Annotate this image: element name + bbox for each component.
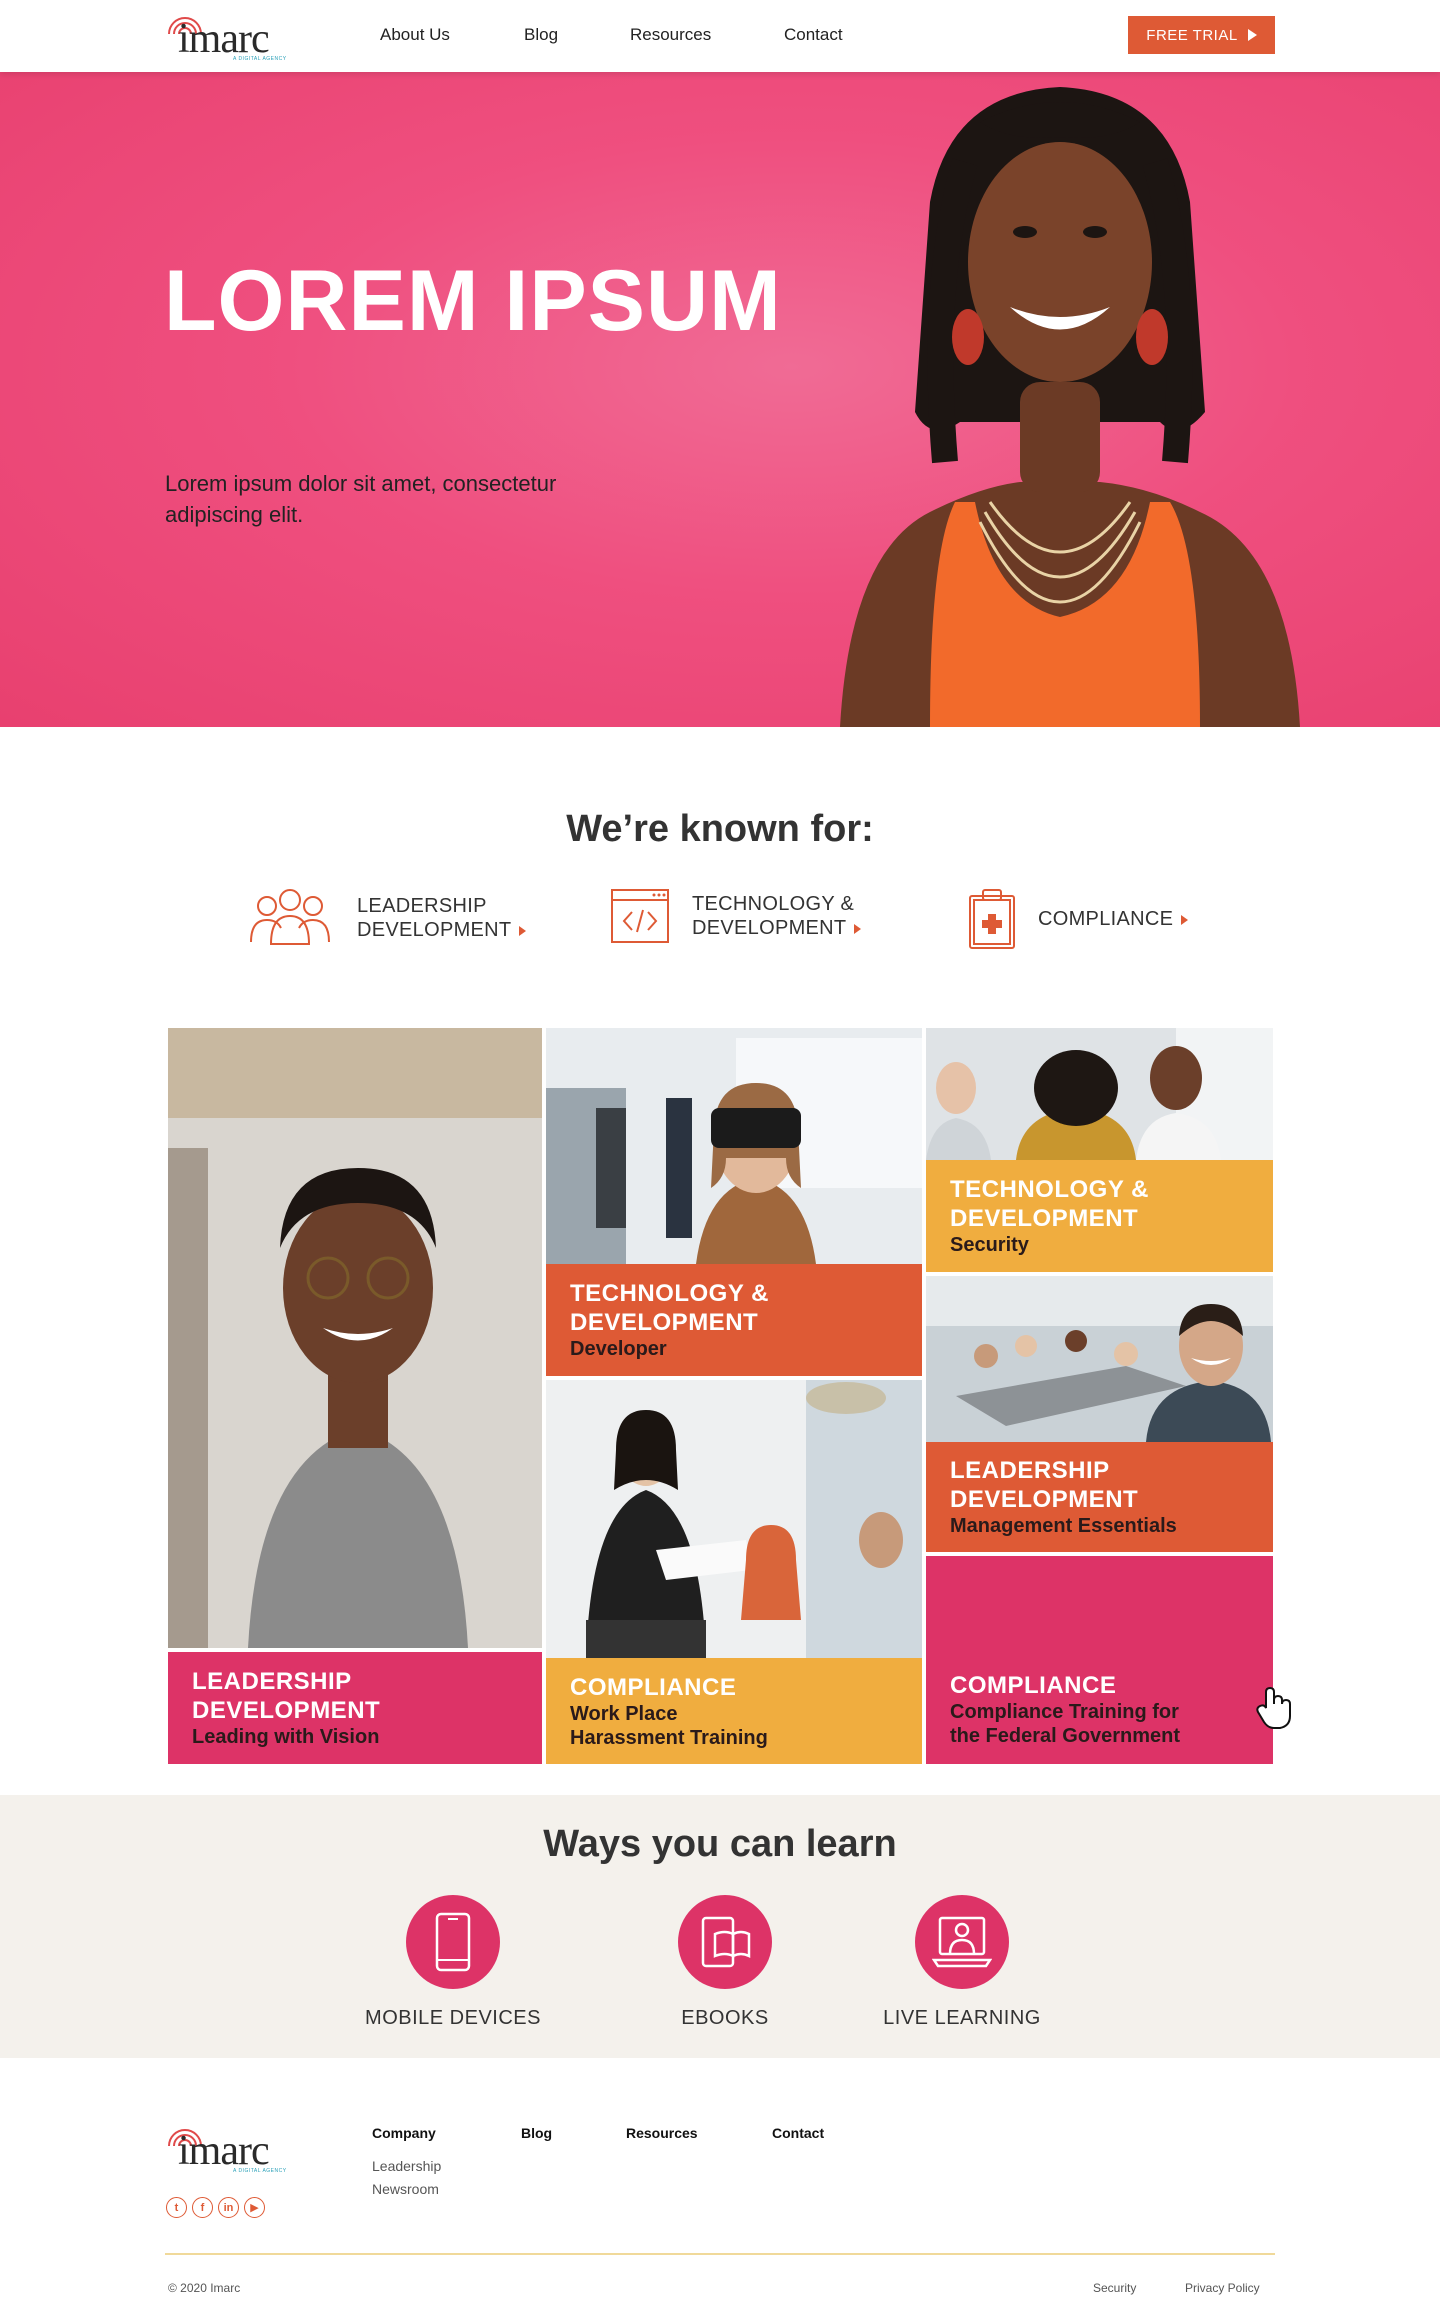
linkedin-icon[interactable]: in (218, 2197, 239, 2218)
course-title: Management Essentials (950, 1515, 1177, 1537)
ebook-icon (701, 1916, 751, 1968)
way-ebooks[interactable]: EBOOKS (605, 1895, 845, 2030)
logo-tagline: A DIGITAL AGENCY (233, 2168, 287, 2174)
course-title: Leading with Vision (192, 1726, 380, 1748)
people-group-icon (250, 889, 330, 945)
arrow-right-icon (1181, 914, 1189, 925)
course-tile-federal-compliance[interactable]: COMPLIANCE Compliance Training for the Fe… (926, 1556, 1273, 1764)
course-tile-workplace-harassment[interactable]: COMPLIANCE Work Place Harassment Training (546, 1380, 922, 1764)
course-tile-management-essentials[interactable]: LEADERSHIP DEVELOPMENT Management Essenti… (926, 1276, 1273, 1552)
footer-blog[interactable]: Blog (521, 2125, 552, 2141)
site-footer: imarc A DIGITAL AGENCY t f in ▶ Company … (0, 2058, 1440, 2308)
leadership-line2: DEVELOPMENT (357, 919, 512, 941)
play-arrow-icon (1247, 29, 1257, 41)
course-title: Developer (570, 1338, 667, 1360)
course-grid: LEADERSHIP DEVELOPMENT Leading with Visio… (168, 1028, 1273, 1764)
arrow-right-icon (854, 923, 862, 934)
known-for-leadership-label: LEADERSHIP DEVELOPMENT (357, 894, 527, 942)
logo-wordmark: imarc (178, 16, 270, 62)
course-caption: LEADERSHIP DEVELOPMENT Leading with Visio… (168, 1652, 542, 1764)
course-photo-vr-headset (546, 1028, 922, 1264)
course-caption: TECHNOLOGY & DEVELOPMENT Developer (546, 1264, 922, 1376)
course-tile-security[interactable]: TECHNOLOGY & DEVELOPMENT Security (926, 1028, 1273, 1272)
way-label: EBOOKS (681, 2007, 769, 2029)
hero-banner: LOREM IPSUM Lorem ipsum dolor sit amet, … (0, 72, 1440, 727)
course-title: Security (950, 1234, 1029, 1256)
course-photo-presenter (546, 1380, 922, 1658)
course-category: COMPLIANCE (950, 1671, 1117, 1699)
hand-pointer-icon (1256, 1686, 1291, 1729)
way-label: LIVE LEARNING (883, 2007, 1041, 2029)
nav-about-us[interactable]: About Us (380, 25, 450, 45)
twitter-icon[interactable]: t (166, 2197, 187, 2218)
footer-privacy-link[interactable]: Privacy Policy (1185, 2281, 1260, 2295)
course-category: COMPLIANCE (570, 1673, 737, 1701)
logo-tagline: A DIGITAL AGENCY (233, 56, 287, 62)
course-category: TECHNOLOGY & DEVELOPMENT (570, 1280, 769, 1336)
live-learning-icon (932, 1916, 992, 1968)
way-icon-circle (678, 1895, 772, 1989)
compliance-line1: COMPLIANCE (1038, 908, 1174, 930)
course-photo-conference-table (926, 1276, 1273, 1442)
course-caption: COMPLIANCE Compliance Training for the Fe… (926, 1654, 1273, 1764)
course-caption: COMPLIANCE Work Place Harassment Training (546, 1658, 922, 1764)
technology-line2: DEVELOPMENT (692, 917, 847, 939)
course-caption: LEADERSHIP DEVELOPMENT Management Essenti… (926, 1442, 1273, 1552)
way-mobile-devices[interactable]: MOBILE DEVICES (333, 1895, 573, 2030)
nav-resources[interactable]: Resources (630, 25, 711, 45)
footer-imarc-logo[interactable]: imarc A DIGITAL AGENCY (165, 2120, 295, 2178)
way-icon-circle (915, 1895, 1009, 1989)
course-title: Compliance Training for the Federal Gover… (950, 1700, 1181, 1747)
course-caption: TECHNOLOGY & DEVELOPMENT Security (926, 1160, 1273, 1272)
known-for-title: We’re known for: (566, 808, 874, 850)
social-links: t f in ▶ (166, 2197, 265, 2218)
course-category: LEADERSHIP DEVELOPMENT (192, 1668, 381, 1724)
course-category: TECHNOLOGY & DEVELOPMENT (950, 1176, 1149, 1232)
footer-link-newsroom[interactable]: Newsroom (372, 2181, 439, 2197)
free-trial-button[interactable]: FREE TRIAL (1128, 16, 1275, 54)
course-tile-developer[interactable]: TECHNOLOGY & DEVELOPMENT Developer (546, 1028, 922, 1376)
free-trial-label: FREE TRIAL (1146, 26, 1238, 44)
known-for-technology-label: TECHNOLOGY & DEVELOPMENT (692, 892, 862, 940)
footer-link-leadership[interactable]: Leadership (372, 2158, 441, 2174)
footer-company[interactable]: Company (372, 2125, 436, 2141)
course-title: Work Place Harassment Training (570, 1702, 768, 1749)
course-photo-smiling-woman (168, 1028, 542, 1648)
ways-section: Ways you can learn MOBILE DEVICES EBOOKS (0, 1795, 1440, 2058)
footer-resources[interactable]: Resources (626, 2125, 698, 2141)
nav-blog[interactable]: Blog (524, 25, 558, 45)
ways-title: Ways you can learn (543, 1823, 897, 1865)
hero-subtitle: Lorem ipsum dolor sit amet, consectetur … (165, 471, 557, 527)
code-window-icon (611, 889, 669, 943)
way-icon-circle (406, 1895, 500, 1989)
known-for-leadership[interactable]: LEADERSHIP DEVELOPMENT (245, 888, 527, 948)
clipboard-cross-icon (969, 889, 1015, 949)
course-category: LEADERSHIP DEVELOPMENT (950, 1457, 1139, 1513)
course-photo-meeting-group (926, 1028, 1273, 1160)
nav-contact[interactable]: Contact (784, 25, 843, 45)
arrow-right-icon (519, 925, 527, 936)
copyright-text: © 2020 Imarc (168, 2281, 241, 2295)
known-for-compliance[interactable]: COMPLIANCE (968, 888, 1189, 950)
youtube-icon[interactable]: ▶ (244, 2197, 265, 2218)
footer-contact[interactable]: Contact (772, 2125, 824, 2141)
logo-wordmark: imarc (178, 2128, 270, 2174)
leadership-line1: LEADERSHIP (357, 895, 487, 917)
hero-woman-photo (840, 87, 1300, 727)
way-label: MOBILE DEVICES (365, 2007, 541, 2029)
course-tile-leading-with-vision[interactable]: LEADERSHIP DEVELOPMENT Leading with Visio… (168, 1028, 542, 1764)
way-live-learning[interactable]: LIVE LEARNING (842, 1895, 1082, 2030)
technology-line1: TECHNOLOGY & (692, 893, 855, 915)
known-for-technology[interactable]: TECHNOLOGY & DEVELOPMENT (610, 888, 862, 944)
site-header: imarc A DIGITAL AGENCY About Us Blog Res… (0, 0, 1440, 72)
facebook-icon[interactable]: f (192, 2197, 213, 2218)
known-for-compliance-label: COMPLIANCE (1038, 907, 1189, 931)
imarc-logo[interactable]: imarc A DIGITAL AGENCY (165, 8, 295, 66)
hero-title: LOREM IPSUM (164, 253, 782, 349)
footer-divider (165, 2253, 1275, 2255)
footer-security-link[interactable]: Security (1093, 2281, 1136, 2295)
mobile-phone-icon (435, 1912, 471, 1972)
